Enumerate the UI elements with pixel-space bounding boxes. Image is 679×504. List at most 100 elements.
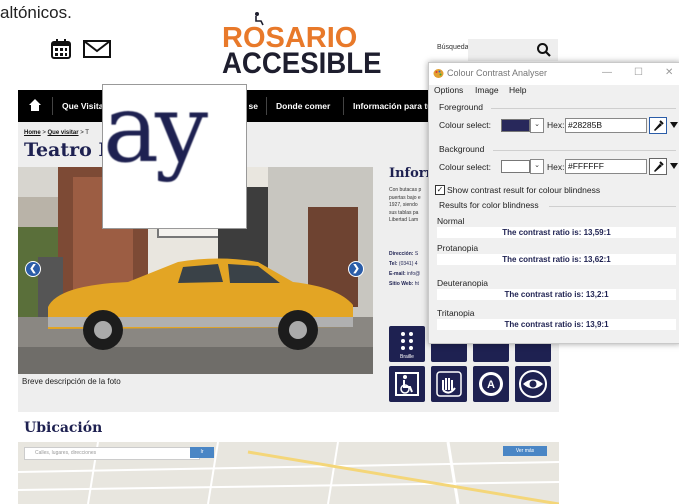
section-divider (491, 108, 676, 109)
fg-colour-select-label: Colour select: (439, 120, 491, 130)
result-tritanopia: Tritanopia The contrast ratio is: 13,9:1 (437, 307, 676, 330)
breadcrumb-sep: > (40, 130, 48, 136)
breadcrumb: Home > Que visitar > T (24, 130, 89, 136)
logo-line2: ACCESIBLE (222, 47, 382, 80)
result-name: Normal (437, 216, 465, 226)
contact-website[interactable]: Sitio Web: ht (389, 279, 429, 289)
svg-text:A: A (487, 379, 495, 391)
contact-value: info@ (405, 271, 421, 277)
zoom-magnifier: ay (102, 84, 247, 229)
contact-label: Tel: (389, 261, 398, 267)
breadcrumb-current: > T (78, 130, 89, 136)
background-section-label: Background (439, 144, 485, 154)
menu-help[interactable]: Help (509, 85, 526, 95)
result-protanopia: Protanopia The contrast ratio is: 13,62:… (437, 242, 676, 265)
result-name: Deuteranopia (437, 278, 489, 288)
search-label: Búsqueda (437, 44, 469, 51)
audio-guide-icon: A (473, 366, 509, 402)
breadcrumb-section[interactable]: Que visitar (48, 130, 79, 136)
result-name: Protanopia (437, 243, 479, 253)
minimize-icon[interactable]: — (602, 67, 612, 78)
location-map[interactable]: Calles, lugares, direcciones Ir Ver más (18, 442, 559, 504)
mail-icon[interactable] (82, 38, 112, 65)
page-title: Teatro B (24, 139, 115, 161)
touch-hand-icon (431, 366, 467, 402)
foreground-section-label: Foreground (439, 102, 483, 112)
fg-colour-dropdown[interactable]: ⌄ (530, 118, 544, 133)
info-line: puertas bajo e (389, 194, 421, 201)
search-icon[interactable] (536, 42, 552, 58)
fg-hex-input[interactable]: #28285B (565, 118, 647, 133)
accessible-toilet-icon (389, 366, 425, 402)
intro-text: altónicos. (0, 3, 72, 22)
magnified-text: ay (103, 84, 208, 184)
nav-separator (52, 97, 53, 115)
contact-info: Dirección: S Tel: (0341) 4 E-mail: info@… (389, 249, 429, 289)
bg-hex-label: Hex: (547, 162, 565, 172)
fg-hex-label: Hex: (547, 120, 565, 130)
map-more-button[interactable]: Ver más (503, 446, 547, 456)
section-divider (493, 150, 676, 151)
result-deuteranopia: Deuteranopia The contrast ratio is: 13,2… (437, 277, 676, 300)
show-blindness-label[interactable]: Show contrast result for colour blindnes… (447, 185, 600, 195)
fg-colour-swatch[interactable] (501, 119, 530, 132)
contact-label: Dirección: (389, 251, 414, 257)
nav-home[interactable] (18, 90, 52, 122)
menu-image[interactable]: Image (475, 85, 499, 95)
bg-colour-dropdown[interactable]: ⌄ (530, 159, 544, 174)
nav-separator (343, 97, 344, 115)
bg-colour-swatch[interactable] (501, 160, 530, 173)
map-search-input[interactable]: Calles, lugares, direcciones (24, 447, 200, 460)
carousel-prev-button[interactable]: ❮ (25, 261, 41, 277)
bg-eyedropper-icon[interactable] (649, 158, 667, 175)
menu-options[interactable]: Options (434, 85, 463, 95)
result-name: Tritanopia (437, 308, 475, 318)
cca-menubar: Options Image Help (429, 85, 679, 99)
site-logo[interactable]: ROSARIO ACCESIBLE (222, 12, 381, 79)
nav-item-que-visitar[interactable]: Que Visitar (62, 90, 107, 122)
info-line: Con butacas p (389, 187, 422, 193)
palette-icon (433, 69, 444, 78)
result-ratio: The contrast ratio is: 13,62:1 (437, 254, 676, 265)
result-ratio: The contrast ratio is: 13,59:1 (437, 227, 676, 238)
cca-title: Colour Contrast Analyser (447, 68, 548, 78)
contact-phone: Tel: (0341) 4 (389, 259, 429, 269)
nav-separator (266, 97, 267, 115)
cca-titlebar[interactable]: Colour Contrast Analyser — ☐ ✕ (429, 63, 679, 85)
close-icon[interactable]: ✕ (665, 67, 673, 78)
maximize-icon[interactable]: ☐ (634, 67, 643, 78)
info-line: 1927, siendo (389, 202, 418, 208)
cca-window: Colour Contrast Analyser — ☐ ✕ Options I… (428, 62, 679, 344)
map-search-button[interactable]: Ir (190, 447, 214, 458)
photo-caption: Breve descripción de la foto (22, 377, 121, 386)
info-description: Con butacas p puertas bajo e 1927, siend… (389, 187, 429, 225)
bg-hex-input[interactable]: #FFFFFF (565, 159, 647, 174)
bg-colour-select-label: Colour select: (439, 162, 491, 172)
map-title: Ubicación (24, 420, 103, 436)
calendar-icon[interactable] (50, 38, 72, 65)
carousel-next-button[interactable]: ❯ (348, 261, 364, 277)
fg-eyedropper-icon[interactable] (649, 117, 667, 134)
braille-label: Braille (400, 354, 414, 360)
home-icon (29, 99, 41, 111)
contact-value: S (413, 251, 419, 257)
visual-eye-icon (515, 366, 551, 402)
contact-label: E-mail: (389, 271, 406, 277)
show-blindness-checkbox[interactable]: ✓ (435, 185, 445, 195)
contact-label: Sitio Web: (389, 281, 414, 287)
info-line: sus tablas pa (389, 209, 419, 216)
contact-email[interactable]: E-mail: info@ (389, 269, 429, 279)
braille-icon: Braille (389, 326, 425, 362)
breadcrumb-home[interactable]: Home (24, 130, 41, 136)
result-normal: Normal The contrast ratio is: 13,59:1 (437, 215, 676, 238)
top-icons (50, 38, 112, 65)
bg-picker-dropdown-icon[interactable] (670, 163, 678, 169)
contact-address: Dirección: S (389, 249, 429, 259)
results-heading: Results for color blindness (439, 200, 539, 210)
result-ratio: The contrast ratio is: 13,9:1 (437, 319, 676, 330)
nav-item-informacion[interactable]: Información para tu (353, 90, 432, 122)
section-divider (549, 206, 676, 207)
fg-picker-dropdown-icon[interactable] (670, 122, 678, 128)
nav-item-donde-comer[interactable]: Donde comer (276, 90, 330, 122)
info-line: Libertad Lam (389, 217, 419, 223)
